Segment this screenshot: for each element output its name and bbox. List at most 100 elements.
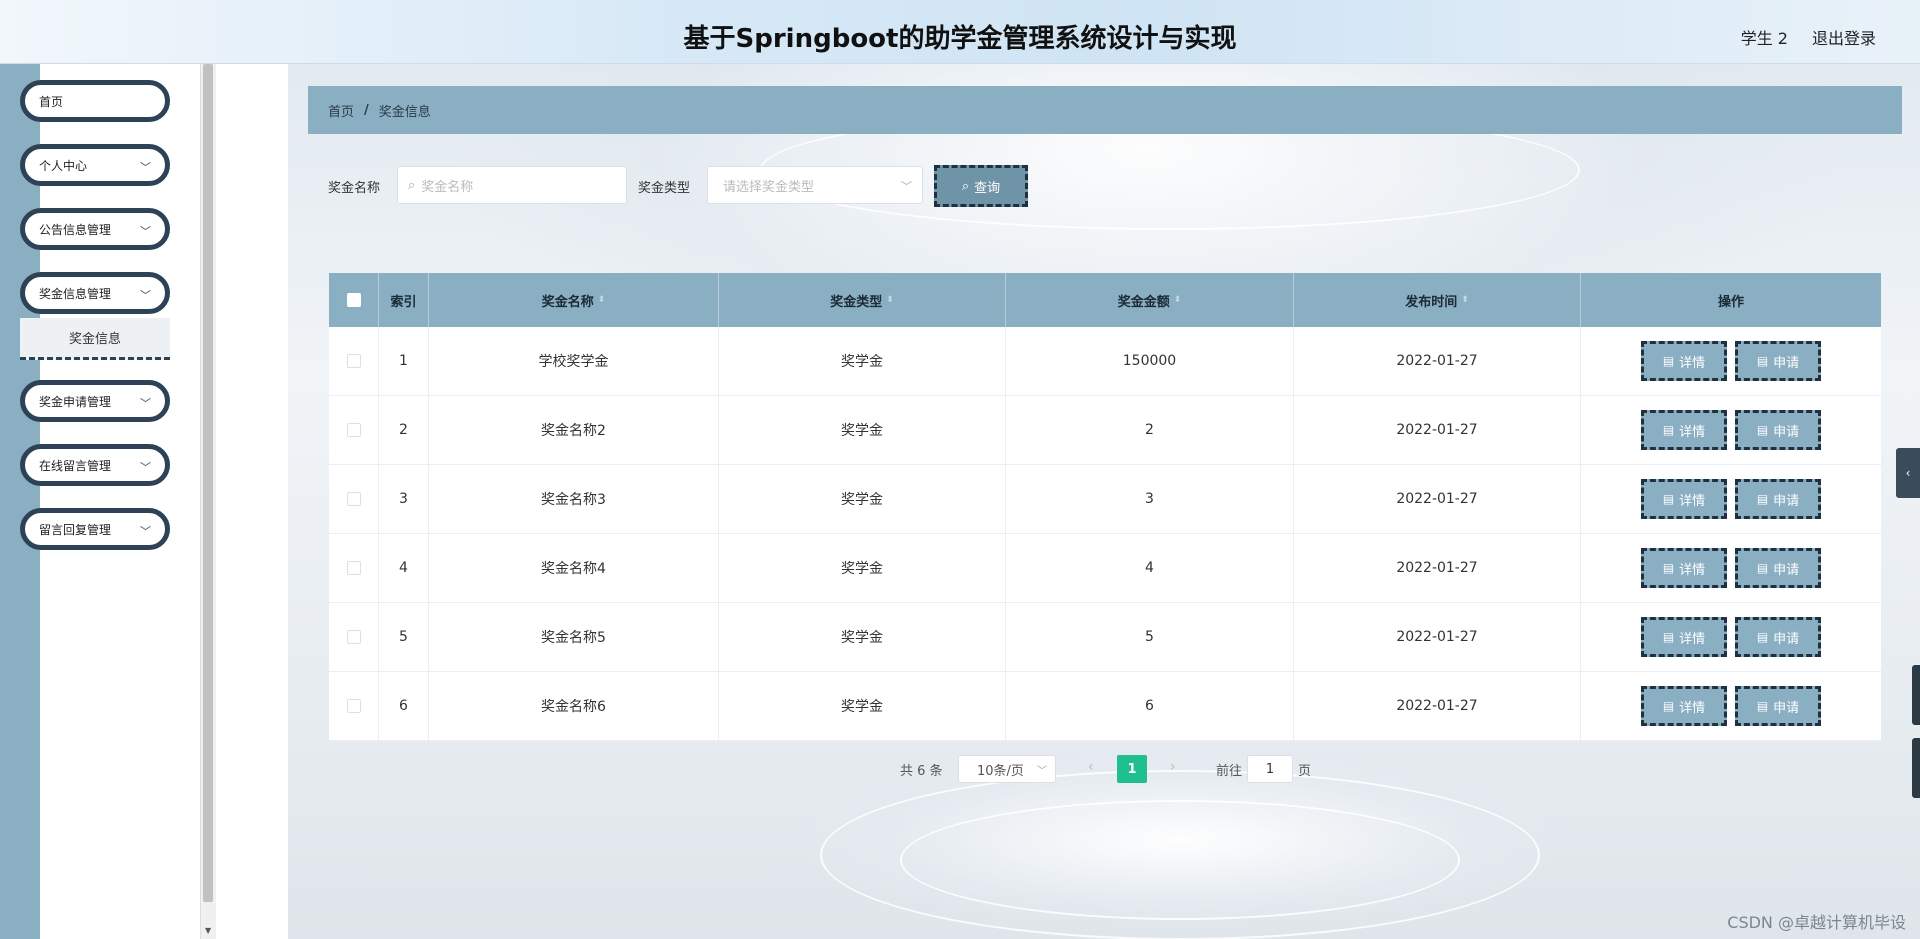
document-icon: ▤ [1756,630,1769,644]
sidebar-item-bonus-application-management[interactable]: 奖金申请管理 ﹀ [20,380,170,422]
sort-icon[interactable]: ⬍ [886,295,894,305]
chevron-down-icon: ﹀ [140,225,151,238]
table-row: 4 奖金名称4 奖学金 4 2022-01-27 ▤ 详情 ▤ 申请 [329,534,1881,603]
breadcrumb-home[interactable]: 首页 [328,101,354,120]
row-select-cell [329,465,379,533]
cell-amount: 150000 [1006,327,1294,395]
sidebar-item-online-message-management[interactable]: 在线留言管理 ﹀ [20,444,170,486]
sidebar-item-notice-management[interactable]: 公告信息管理 ﹀ [20,208,170,250]
table-row: 3 奖金名称3 奖学金 3 2022-01-27 ▤ 详情 ▤ 申请 [329,465,1881,534]
scroll-down-arrow-icon[interactable]: ▼ [205,926,211,935]
cell-type: 奖学金 [719,465,1006,533]
pagination-total: 共 6 条 [900,764,943,779]
cell-name: 奖金名称3 [429,465,719,533]
row-select-cell [329,672,379,740]
row-checkbox[interactable] [346,492,361,506]
cell-actions: ▤ 详情 ▤ 申请 [1581,396,1881,464]
detail-button[interactable]: ▤ 详情 [1641,686,1727,726]
document-icon: ▤ [1662,561,1675,575]
document-icon: ▤ [1756,492,1769,506]
sort-icon[interactable]: ⬍ [1174,295,1182,305]
chevron-down-icon: ﹀ [140,461,151,474]
apply-button[interactable]: ▤ 申请 [1735,410,1821,450]
column-header-type[interactable]: 奖金类型 ⬍ [719,273,1006,327]
chevron-down-icon: ﹀ [140,525,151,538]
apply-button[interactable]: ▤ 申请 [1735,341,1821,381]
prev-page-icon[interactable]: ‹ [1088,759,1094,775]
sidebar-item-message-reply-management[interactable]: 留言回复管理 ﹀ [20,508,170,550]
row-select-cell [329,603,379,671]
cell-type: 奖学金 [719,603,1006,671]
cell-date: 2022-01-27 [1294,534,1581,602]
row-checkbox[interactable] [346,630,361,644]
side-widget-handle[interactable] [1912,738,1920,798]
watermark: CSDN @卓越计算机毕设 [1727,913,1906,932]
sidebar-scroll-thumb[interactable] [203,64,213,902]
sidebar-strip [0,64,40,939]
column-header-amount[interactable]: 奖金金额 ⬍ [1006,273,1294,327]
collapse-panel-tab[interactable]: ‹ [1896,448,1920,498]
row-checkbox[interactable] [346,423,361,437]
bonus-name-input[interactable]: ⌕ 奖金名称 [397,166,627,204]
sort-icon[interactable]: ⬍ [598,295,606,305]
cell-index: 5 [379,603,429,671]
cell-name: 奖金名称2 [429,396,719,464]
row-checkbox[interactable] [346,561,361,575]
document-icon: ▤ [1662,492,1675,506]
chevron-down-icon: ﹀ [1037,766,1047,777]
row-select-cell [329,396,379,464]
cell-amount: 2 [1006,396,1294,464]
column-header-date[interactable]: 发布时间 ⬍ [1294,273,1581,327]
document-icon: ▤ [1756,354,1769,368]
sidebar-subitem-bonus-info[interactable]: 奖金信息 [20,318,170,360]
apply-button[interactable]: ▤ 申请 [1735,548,1821,588]
logout-link[interactable]: 退出登录 [1812,25,1876,49]
next-page-icon[interactable]: › [1170,759,1176,775]
page-number-current[interactable]: 1 [1117,755,1147,783]
column-header-name[interactable]: 奖金名称 ⬍ [429,273,719,327]
row-checkbox[interactable] [346,699,361,713]
detail-button[interactable]: ▤ 详情 [1641,548,1727,588]
query-button[interactable]: ⌕ 查询 [934,165,1028,207]
side-widget-handle[interactable] [1912,665,1920,725]
sidebar-item-label: 公告信息管理 [39,222,112,237]
bonus-type-select[interactable]: 请选择奖金类型 ﹀ [707,166,923,204]
row-select-cell [329,534,379,602]
apply-button-label: 申请 [1773,562,1800,578]
apply-button[interactable]: ▤ 申请 [1735,479,1821,519]
detail-button-label: 详情 [1679,424,1706,440]
goto-page-input[interactable]: 1 [1247,755,1293,783]
cell-type: 奖学金 [719,327,1006,395]
table-row: 5 奖金名称5 奖学金 5 2022-01-27 ▤ 详情 ▤ 申请 [329,603,1881,672]
cell-index: 2 [379,396,429,464]
sidebar-item-bonus-info-management[interactable]: 奖金信息管理 ﹀ [20,272,170,314]
cell-date: 2022-01-27 [1294,327,1581,395]
detail-button[interactable]: ▤ 详情 [1641,341,1727,381]
column-header-actions: 操作 [1717,294,1744,310]
select-all-checkbox[interactable] [346,293,361,307]
page-size-select[interactable]: 10条/页 ﹀ [958,755,1056,783]
apply-button[interactable]: ▤ 申请 [1735,686,1821,726]
cell-type: 奖学金 [719,534,1006,602]
cell-date: 2022-01-27 [1294,465,1581,533]
cell-date: 2022-01-27 [1294,396,1581,464]
sidebar-item-home[interactable]: 首页 [20,80,170,122]
row-checkbox[interactable] [346,354,361,368]
bonus-name-placeholder: 奖金名称 [421,179,474,195]
detail-button-label: 详情 [1679,562,1706,578]
detail-button[interactable]: ▤ 详情 [1641,617,1727,657]
detail-button[interactable]: ▤ 详情 [1641,479,1727,519]
apply-button[interactable]: ▤ 申请 [1735,617,1821,657]
cell-date: 2022-01-27 [1294,672,1581,740]
apply-button-label: 申请 [1773,493,1800,509]
column-header-name-label: 奖金名称 [541,294,594,310]
detail-button[interactable]: ▤ 详情 [1641,410,1727,450]
sidebar-item-personal-center[interactable]: 个人中心 ﹀ [20,144,170,186]
cell-index: 6 [379,672,429,740]
sidebar-item-label: 奖金申请管理 [39,394,112,409]
bonus-name-label: 奖金名称 [328,181,381,196]
cell-amount: 3 [1006,465,1294,533]
cell-type: 奖学金 [719,396,1006,464]
sort-icon[interactable]: ⬍ [1461,295,1469,305]
sidebar-item-label: 留言回复管理 [39,522,112,537]
